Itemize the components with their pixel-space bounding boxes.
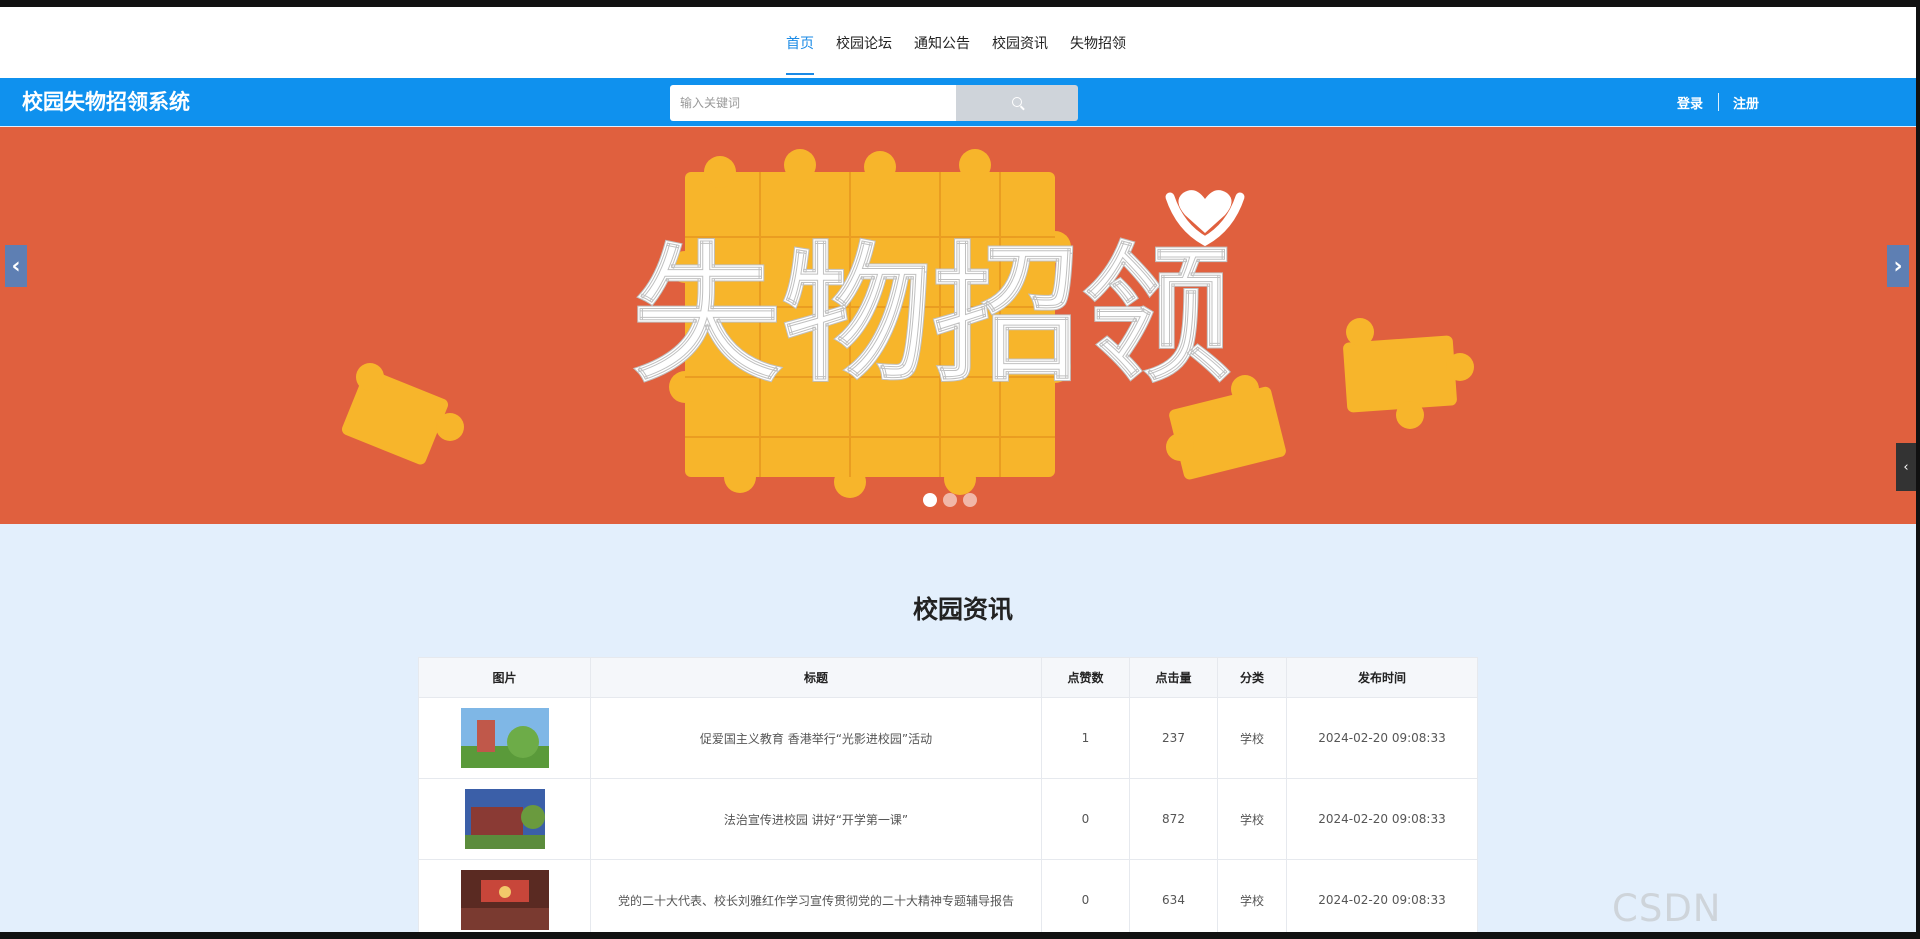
side-panel-toggle[interactable]: ‹: [1896, 443, 1916, 491]
nav-item-forum[interactable]: 校园论坛: [836, 7, 892, 78]
banner-image: 失物招领: [341, 149, 1474, 498]
browser-viewport: 首页 校园论坛 通知公告 校园资讯 失物招领 校园失物招领系统 登录 注册: [0, 7, 1916, 932]
news-category: 学校: [1217, 778, 1287, 860]
table-row[interactable]: 党的二十大代表、校长刘雅红作学习宣传贯彻党的二十大精神专题辅导报告 0 634 …: [418, 859, 1478, 932]
nav-item-lost-found[interactable]: 失物招领: [1070, 7, 1126, 78]
news-time: 2024-02-20 09:08:33: [1286, 859, 1478, 932]
nav-item-home[interactable]: 首页: [786, 7, 814, 78]
news-likes: 0: [1041, 859, 1130, 932]
carousel-indicators: [923, 493, 983, 507]
auth-links: 登录 注册: [1677, 78, 1759, 126]
banner-headline: 失物招领: [632, 229, 1232, 403]
col-header-image: 图片: [418, 657, 591, 698]
col-header-time: 发布时间: [1286, 657, 1478, 698]
nav-link-forum[interactable]: 校园论坛: [836, 7, 892, 59]
login-link[interactable]: 登录: [1677, 93, 1703, 112]
puzzle-piece-right: [1343, 318, 1474, 429]
news-time: 2024-02-20 09:08:33: [1286, 697, 1478, 779]
carousel-next-button[interactable]: ›: [1887, 245, 1909, 287]
col-header-likes: 点赞数: [1041, 657, 1130, 698]
carousel-dot-1[interactable]: [923, 493, 937, 507]
watermark: CSDN @bysjlw985: [1612, 887, 1844, 932]
news-likes: 1: [1041, 697, 1130, 779]
news-clicks: 634: [1129, 859, 1218, 932]
thumb-cell: [418, 778, 591, 860]
carousel-dot-2[interactable]: [943, 493, 957, 507]
nav-link-news[interactable]: 校园资讯: [992, 7, 1048, 59]
nav-link-notices[interactable]: 通知公告: [914, 7, 970, 59]
thumb-cell: [418, 859, 591, 932]
col-header-clicks: 点击量: [1129, 657, 1218, 698]
news-title[interactable]: 党的二十大代表、校长刘雅红作学习宣传贯彻党的二十大精神专题辅导报告: [590, 859, 1042, 932]
banner-carousel: 失物招领 ‹ ›: [0, 127, 1916, 524]
news-title[interactable]: 法治宣传进校园 讲好“开学第一课”: [590, 778, 1042, 860]
news-time: 2024-02-20 09:08:33: [1286, 778, 1478, 860]
col-header-category: 分类: [1217, 657, 1287, 698]
section-title-news: 校园资讯: [912, 595, 1013, 624]
search-box: [670, 85, 1078, 121]
carousel-prev-button[interactable]: ‹: [5, 245, 27, 287]
chevron-left-icon: ‹: [11, 253, 21, 279]
search-icon: [1012, 97, 1022, 107]
carousel-dot-3[interactable]: [963, 493, 977, 507]
search-button[interactable]: [956, 85, 1078, 121]
nav-item-notices[interactable]: 通知公告: [914, 7, 970, 78]
puzzle-piece-left: [341, 363, 464, 465]
news-thumbnail[interactable]: [464, 789, 545, 849]
thumb-cell: [418, 697, 591, 779]
nav-link-lost-found[interactable]: 失物招领: [1070, 7, 1126, 59]
news-table: 图片 标题 点赞数 点击量 分类 发布时间 促爱国主义教育 香港举行“光影进校园…: [418, 657, 1478, 932]
auth-divider: [1718, 93, 1720, 111]
nav-menu: 首页 校园论坛 通知公告 校园资讯 失物招领: [786, 7, 1148, 78]
news-likes: 0: [1041, 778, 1130, 860]
news-thumbnail[interactable]: [460, 708, 549, 768]
news-category: 学校: [1217, 697, 1287, 779]
news-title[interactable]: 促爱国主义教育 香港举行“光影进校园”活动: [590, 697, 1042, 779]
nav-link-home[interactable]: 首页: [786, 7, 814, 59]
register-link[interactable]: 注册: [1733, 93, 1759, 112]
top-nav: 首页 校园论坛 通知公告 校园资讯 失物招领: [0, 7, 1916, 78]
chevron-right-icon: ›: [1893, 253, 1903, 279]
table-row[interactable]: 法治宣传进校园 讲好“开学第一课” 0 872 学校 2024-02-20 09…: [418, 778, 1478, 860]
news-thumbnail[interactable]: [460, 870, 549, 930]
nav-item-news[interactable]: 校园资讯: [992, 7, 1048, 78]
news-clicks: 872: [1129, 778, 1218, 860]
col-header-title: 标题: [590, 657, 1042, 698]
news-category: 学校: [1217, 859, 1287, 932]
table-header-row: 图片 标题 点赞数 点击量 分类 发布时间: [418, 657, 1478, 698]
chevron-left-icon: ‹: [1903, 459, 1909, 475]
site-logo[interactable]: 校园失物招领系统: [22, 78, 190, 126]
header-bar: 校园失物招领系统 登录 注册: [0, 78, 1916, 126]
table-row[interactable]: 促爱国主义教育 香港举行“光影进校园”活动 1 237 学校 2024-02-2…: [418, 697, 1478, 779]
news-clicks: 237: [1129, 697, 1218, 779]
search-input[interactable]: [670, 85, 956, 121]
